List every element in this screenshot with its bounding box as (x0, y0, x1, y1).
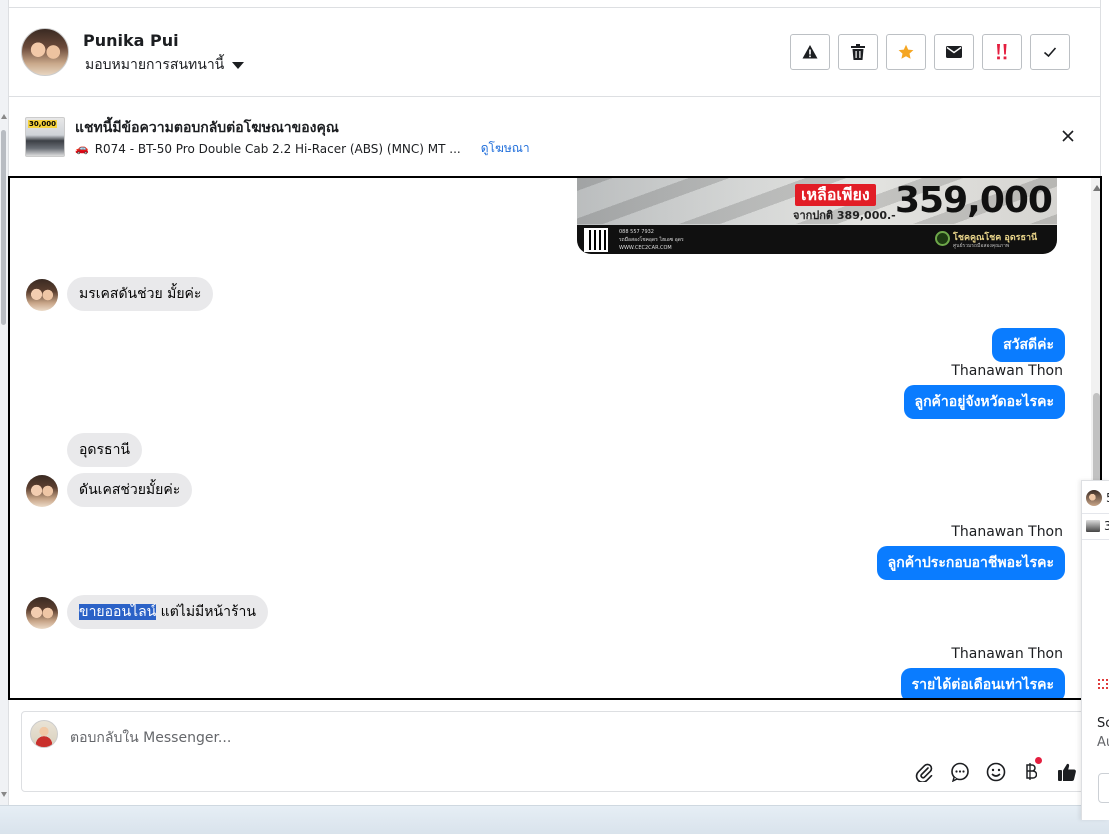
contact-avatar-small[interactable] (26, 475, 58, 507)
emoji-button[interactable] (984, 760, 1008, 784)
dealer-logo-icon (935, 231, 950, 246)
sender-name: Thanawan Thon (951, 524, 1063, 540)
warning-triangle-icon (802, 45, 818, 59)
scroll-down-arrow-icon[interactable] (1, 792, 7, 797)
selected-text[interactable]: ขายออนไลน์ (79, 604, 157, 620)
side-input[interactable] (1098, 773, 1109, 803)
scroll-up-arrow-icon[interactable] (1, 114, 7, 119)
contact-avatar-small[interactable] (26, 279, 58, 311)
promo-brand-sub: ศูนย์รวมรถมือสองคุณภาพ (953, 243, 1010, 249)
assign-label: มอบหมายการสนทนานี้ (85, 57, 225, 73)
scrollbar-thumb[interactable] (1, 130, 6, 325)
star-button[interactable] (886, 34, 926, 70)
ad-reply-banner: 30,000 แชทนี้มีข้อความตอบกลับต่อโฆษณาของ… (9, 97, 1100, 176)
promo-footer: 088 557 7932 รถมือสองโชคอุดร ไฮเอซ อุดร … (577, 225, 1057, 254)
side-text: Au (1097, 735, 1109, 750)
payment-request-button[interactable] (1019, 757, 1043, 784)
paperclip-icon (915, 763, 933, 782)
side-car-thumbnail (1086, 520, 1100, 532)
outgoing-message[interactable]: รายได้ต่อเดือนเท่าไรคะ (900, 668, 1065, 698)
qr-code-icon (584, 228, 608, 252)
mark-done-button[interactable] (1030, 34, 1070, 70)
saved-replies-button[interactable] (948, 760, 972, 784)
inbox-window: Punika Pui มอบหมายการสนทนานี้ 30,000 แชท… (0, 0, 1109, 834)
view-ad-link[interactable]: ดูโฆษณา (481, 139, 530, 158)
close-icon (1062, 130, 1074, 142)
mark-unread-button[interactable] (934, 34, 974, 70)
ad-info-line: 🚗 R074 - BT-50 Pro Double Cab 2.2 Hi-Rac… (75, 139, 530, 158)
contact-avatar-small[interactable] (26, 597, 58, 629)
incoming-message[interactable]: มรเคสดันช่วย มั้ยค่ะ (67, 277, 214, 311)
double-exclamation-icon (997, 44, 1007, 60)
contact-avatar[interactable] (21, 28, 69, 76)
promo-original-price: จากปกติ 389,000.- (793, 209, 896, 222)
notification-dot (1035, 757, 1042, 764)
attach-file-button[interactable] (912, 760, 936, 784)
side-row-text: 3 (1104, 519, 1109, 533)
caret-down-icon (232, 61, 245, 69)
side-panel[interactable]: 5 3 Sc Au (1081, 480, 1109, 820)
envelope-icon (946, 46, 962, 58)
outgoing-message[interactable]: สวัสดีค่ะ (992, 328, 1065, 362)
promo-badge: เหลือเพียง (795, 184, 876, 206)
ad-banner-title: แชทนี้มีข้อความตอบกลับต่อโฆษณาของคุณ (75, 120, 339, 136)
outgoing-message[interactable]: ลูกค้าอยู่จังหวัดอะไรคะ (903, 385, 1065, 419)
side-divider (1082, 513, 1109, 514)
thumbs-up-icon (1058, 763, 1076, 781)
checkmark-icon (1043, 47, 1057, 58)
side-avatar (1086, 490, 1102, 506)
conversation-header: Punika Pui มอบหมายการสนทนานี้ (9, 8, 1100, 97)
message-text: แต่ไม่มีหน้าร้าน (156, 604, 256, 620)
trash-icon (851, 44, 865, 60)
saved-replies-icon (951, 762, 969, 782)
baht-payment-icon (1026, 763, 1037, 780)
reply-composer[interactable]: ตอบกลับใน Messenger... (21, 711, 1086, 792)
dotted-box-icon (1098, 679, 1108, 689)
sender-name: Thanawan Thon (951, 363, 1063, 379)
contact-name[interactable]: Punika Pui (83, 31, 179, 50)
assign-conversation-dropdown[interactable]: มอบหมายการสนทนานี้ (85, 54, 245, 76)
spam-warning-button[interactable] (790, 34, 830, 70)
promo-phone: 088 557 7932 (619, 229, 654, 235)
scroll-up-arrow-icon[interactable] (1093, 185, 1100, 191)
side-divider (1082, 539, 1109, 540)
ad-thumbnail-tag: 30,000 (28, 120, 58, 128)
reply-input[interactable]: ตอบกลับใน Messenger... (70, 727, 231, 749)
promo-price: 359,000 (895, 180, 1053, 221)
promo-contacts: 088 557 7932 รถมือสองโชคอุดร ไฮเอซ อุดร … (619, 228, 684, 252)
ad-promo-image[interactable]: เหลือเพียง จากปกติ 389,000.- 359,000 088… (577, 178, 1057, 254)
bottom-status-area (0, 805, 1109, 834)
side-text: Sc (1097, 716, 1109, 731)
thread-scrollbar-thumb[interactable] (1093, 393, 1100, 485)
ad-thumbnail[interactable]: 30,000 (25, 117, 65, 157)
close-banner-button[interactable] (1058, 126, 1078, 146)
send-like-button[interactable] (1055, 760, 1079, 784)
incoming-message[interactable]: อุดรธานี (67, 433, 142, 467)
sender-name: Thanawan Thon (951, 646, 1063, 662)
incoming-message[interactable]: ดันเคสช่วยมั้ยค่ะ (67, 473, 193, 507)
incoming-message[interactable]: ขายออนไลน์ แต่ไม่มีหน้าร้าน (67, 595, 268, 629)
follow-up-button[interactable] (982, 34, 1022, 70)
car-icon: 🚗 (75, 142, 89, 155)
promo-facebook: รถมือสองโชคอุดร ไฮเอซ อุดร (619, 237, 684, 243)
page-avatar (30, 720, 58, 748)
outgoing-message[interactable]: ลูกค้าประกอบอาชีพอะไรคะ (876, 546, 1065, 580)
star-icon (898, 44, 914, 59)
ad-name: R074 - BT-50 Pro Double Cab 2.2 Hi-Racer… (94, 141, 461, 156)
emoji-icon (986, 762, 1006, 782)
message-thread[interactable]: เหลือเพียง จากปกติ 389,000.- 359,000 088… (8, 176, 1102, 700)
promo-website: WWW.CEC2CAR.COM (619, 245, 672, 251)
delete-button[interactable] (838, 34, 878, 70)
